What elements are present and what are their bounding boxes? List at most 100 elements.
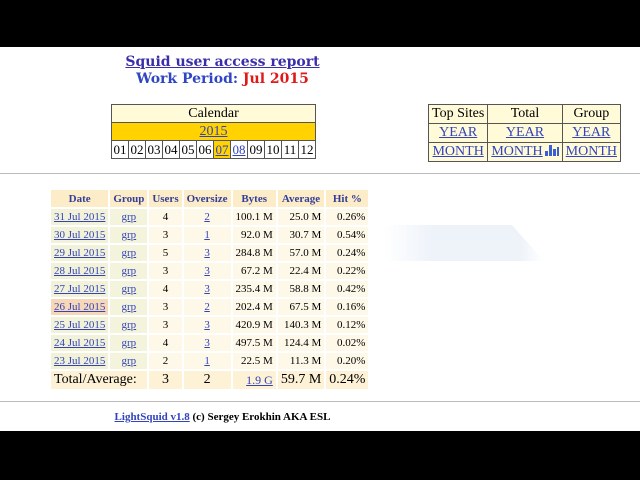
average-cell: 57.0 M: [277, 245, 325, 261]
date-link[interactable]: 28 Jul 2015: [54, 265, 105, 277]
column-header-bytes: Bytes: [232, 190, 276, 207]
group-year-link[interactable]: YEAR: [572, 125, 610, 140]
bytes-cell: 202.4 M: [232, 299, 276, 315]
copyright-text: (c) Sergey Erokhin AKA ESL: [192, 411, 331, 423]
bytes-cell: 100.1 M: [232, 209, 276, 225]
users-cell: 3: [149, 263, 182, 279]
table-row: 28 Jul 2015 grp 3 3 67.2 M 22.4 M 0.22%: [51, 263, 369, 279]
bytes-cell: 497.5 M: [232, 335, 276, 351]
table-row: 31 Jul 2015 grp 4 2 100.1 M 25.0 M 0.26%: [51, 209, 369, 225]
average-cell: 25.0 M: [277, 209, 325, 225]
calendar-month-04: 04: [162, 140, 180, 159]
report-title-link[interactable]: Squid user access report: [125, 54, 319, 70]
bar-chart-icon[interactable]: [544, 145, 559, 156]
top-sites-month-link[interactable]: MONTH: [432, 144, 483, 159]
top-sites-year-link[interactable]: YEAR: [439, 125, 477, 140]
date-link[interactable]: 26 Jul 2015: [54, 301, 105, 313]
group-link[interactable]: grp: [122, 355, 137, 367]
date-link[interactable]: 31 Jul 2015: [54, 211, 105, 223]
calendar-months: 01 02 03 04 05 06 07 08 09 10 11 12: [111, 140, 316, 159]
column-header-date: Date: [51, 190, 109, 207]
calendar-month-09: 09: [247, 140, 265, 159]
bytes-cell: 67.2 M: [232, 263, 276, 279]
calendar-title: Calendar: [111, 104, 316, 123]
users-cell: 4: [149, 281, 182, 297]
calendar-month-11: 11: [281, 140, 299, 159]
oversize-link[interactable]: 1: [204, 229, 210, 241]
oversize-link[interactable]: 3: [204, 337, 210, 349]
total-label: Total/Average:: [51, 371, 148, 389]
bytes-cell: 235.4 M: [232, 281, 276, 297]
column-header-hit: Hit %: [326, 190, 369, 207]
table-row: 25 Jul 2015 grp 3 3 420.9 M 140.3 M 0.12%: [51, 317, 369, 333]
group-link[interactable]: grp: [122, 229, 137, 241]
calendar-month-06: 06: [196, 140, 214, 159]
group-link[interactable]: grp: [122, 337, 137, 349]
date-link[interactable]: 29 Jul 2015: [54, 247, 105, 259]
oversize-link[interactable]: 3: [204, 247, 210, 259]
calendar-month-03: 03: [145, 140, 163, 159]
calendar-month-08[interactable]: 08: [230, 140, 248, 159]
group-link[interactable]: grp: [122, 247, 137, 259]
hit-cell: 0.26%: [326, 209, 369, 225]
group-link[interactable]: grp: [122, 301, 137, 313]
calendar-year-link[interactable]: 2015: [200, 124, 228, 139]
column-header-group: Group: [110, 190, 148, 207]
group-link[interactable]: grp: [122, 283, 137, 295]
total-oversize: 2: [183, 371, 231, 389]
calendar-year-cell: 2015: [111, 122, 316, 141]
date-link[interactable]: 27 Jul 2015: [54, 283, 105, 295]
table-row: 27 Jul 2015 grp 4 3 235.4 M 58.8 M 0.42%: [51, 281, 369, 297]
bytes-cell: 420.9 M: [232, 317, 276, 333]
top-sites-header: Top Sites: [427, 104, 489, 124]
background-shape: [384, 225, 544, 261]
group-link[interactable]: grp: [122, 211, 137, 223]
oversize-link[interactable]: 1: [204, 355, 210, 367]
total-month-link[interactable]: MONTH: [491, 144, 542, 159]
average-cell: 140.3 M: [277, 317, 325, 333]
group-link[interactable]: grp: [122, 319, 137, 331]
calendar-month-05: 05: [179, 140, 197, 159]
table-row: 24 Jul 2015 grp 4 3 497.5 M 124.4 M 0.02%: [51, 335, 369, 351]
work-period: Work Period: Jul 2015: [0, 71, 445, 87]
oversize-link[interactable]: 3: [204, 283, 210, 295]
hit-cell: 0.24%: [326, 245, 369, 261]
bytes-cell: 284.8 M: [232, 245, 276, 261]
group-header: Group: [561, 104, 622, 124]
period-label: Work Period:: [136, 71, 239, 87]
group-month-link[interactable]: MONTH: [566, 144, 617, 159]
calendar-month-07[interactable]: 07: [213, 140, 231, 159]
top-reports: Top Sites Total Group YEAR YEAR YEAR MON…: [427, 104, 622, 162]
hit-cell: 0.54%: [326, 227, 369, 243]
calendar-month-02: 02: [128, 140, 146, 159]
date-link[interactable]: 30 Jul 2015: [54, 229, 105, 241]
hit-cell: 0.12%: [326, 317, 369, 333]
total-users: 3: [149, 371, 182, 389]
average-cell: 67.5 M: [277, 299, 325, 315]
oversize-link[interactable]: 2: [204, 211, 210, 223]
group-link[interactable]: grp: [122, 265, 137, 277]
date-link[interactable]: 23 Jul 2015: [54, 355, 105, 367]
users-cell: 4: [149, 209, 182, 225]
divider: [0, 173, 640, 174]
total-header: Total: [487, 104, 563, 124]
date-link[interactable]: 25 Jul 2015: [54, 319, 105, 331]
average-cell: 58.8 M: [277, 281, 325, 297]
date-link[interactable]: 24 Jul 2015: [54, 337, 105, 349]
calendar-month-12: 12: [298, 140, 316, 159]
average-cell: 124.4 M: [277, 335, 325, 351]
hit-cell: 0.16%: [326, 299, 369, 315]
report-header: Squid user access report Work Period: Ju…: [0, 51, 445, 87]
hit-cell: 0.22%: [326, 263, 369, 279]
average-cell: 30.7 M: [277, 227, 325, 243]
table-header-row: Date Group Users Oversize Bytes Average Hit %: [51, 190, 369, 207]
calendar-month-01: 01: [111, 140, 129, 159]
oversize-link[interactable]: 3: [204, 265, 210, 277]
bytes-cell: 92.0 M: [232, 227, 276, 243]
oversize-link[interactable]: 3: [204, 319, 210, 331]
lightsquid-link[interactable]: LightSquid v1.8: [115, 411, 190, 423]
oversize-link[interactable]: 2: [204, 301, 210, 313]
period-value: Jul 2015: [242, 71, 309, 87]
total-bytes-link[interactable]: 1.9 G: [246, 373, 273, 387]
total-year-link[interactable]: YEAR: [506, 125, 544, 140]
